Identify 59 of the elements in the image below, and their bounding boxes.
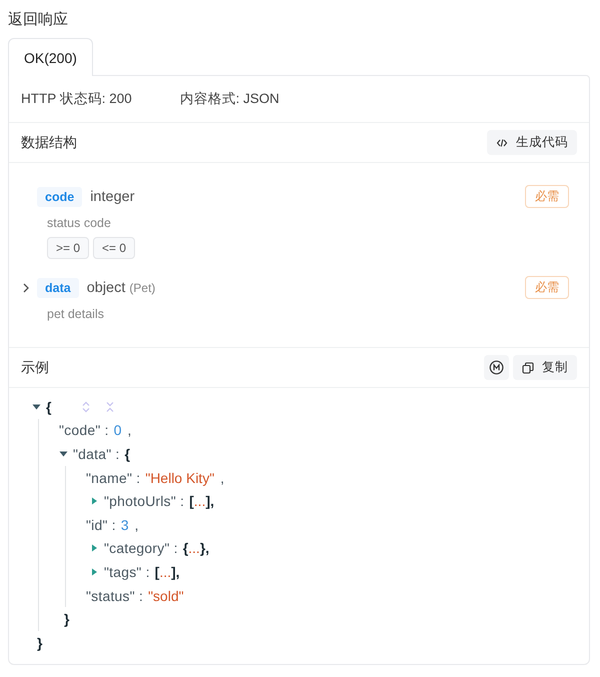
json-value: 0 [114, 422, 122, 438]
toggle-icon[interactable] [59, 450, 68, 458]
field-name-tag: data [37, 278, 79, 298]
json-bracket: { [124, 446, 130, 462]
constraint-tag: >= 0 [47, 237, 90, 259]
section-title: 返回响应 [8, 10, 69, 29]
json-key: "name" : [86, 470, 140, 486]
json-key: "status" : [86, 588, 144, 604]
required-tag: 必需 [525, 276, 569, 299]
json-key: "id" : [86, 516, 116, 533]
required-tag: 必需 [525, 185, 569, 208]
toggle-icon[interactable] [90, 568, 99, 576]
json-key: "code" : [59, 422, 109, 438]
m-circle-icon [489, 360, 504, 375]
json-bracket: ], [206, 493, 214, 510]
json-comma: , [134, 516, 139, 533]
json-bracket: } [64, 611, 70, 628]
field-type: integer [90, 188, 135, 204]
json-bracket: }, [200, 540, 210, 556]
field-description: pet details [47, 307, 105, 321]
field-name-tag: code [37, 186, 82, 206]
json-value: "sold" [148, 588, 184, 604]
json-bracket: [ [154, 564, 160, 580]
json-ellipsis[interactable]: ... [159, 564, 172, 580]
json-ellipsis[interactable]: ... [188, 540, 200, 556]
json-key: "photoUrls" : [104, 493, 184, 510]
copy-icon [522, 362, 534, 374]
collapse-all-icon[interactable] [105, 400, 116, 413]
json-key: "tags" : [104, 564, 150, 580]
json-bracket: ], [171, 564, 180, 580]
code-icon [496, 136, 508, 148]
mock-button[interactable] [484, 355, 509, 380]
field-type: object [86, 280, 126, 296]
expand-all-icon[interactable] [81, 400, 92, 413]
field-description: status code [47, 216, 112, 230]
json-key: "data" : [73, 446, 120, 462]
json-value: 3 [120, 516, 129, 533]
response-tab[interactable]: OK(200) [8, 38, 93, 76]
json-bracket: } [37, 634, 42, 651]
field-ref: (Pet) [129, 280, 156, 294]
chevron-icon[interactable] [21, 282, 31, 292]
toggle-icon[interactable] [90, 497, 99, 506]
toggle-icon[interactable] [90, 544, 99, 552]
json-bracket: { [182, 540, 188, 556]
json-bracket: { [46, 398, 52, 415]
meta-text: HTTP 状态码: 200 [21, 90, 132, 108]
json-ellipsis[interactable]: ... [194, 493, 206, 510]
example-title: 示例 [21, 358, 49, 376]
constraint-tag: <= 0 [93, 237, 136, 259]
copy-button[interactable]: 复制 [513, 355, 577, 380]
json-value: "Hello Kity" [145, 470, 214, 486]
json-comma: , [220, 470, 224, 486]
meta-text: 内容格式: JSON [180, 90, 280, 108]
toggle-icon[interactable] [32, 402, 41, 411]
json-bracket: [ [189, 493, 194, 510]
schema-title: 数据结构 [21, 134, 77, 152]
json-comma: , [127, 422, 132, 438]
json-key: "category" : [104, 540, 178, 556]
generate-code-button[interactable]: 生成代码 [487, 130, 577, 155]
